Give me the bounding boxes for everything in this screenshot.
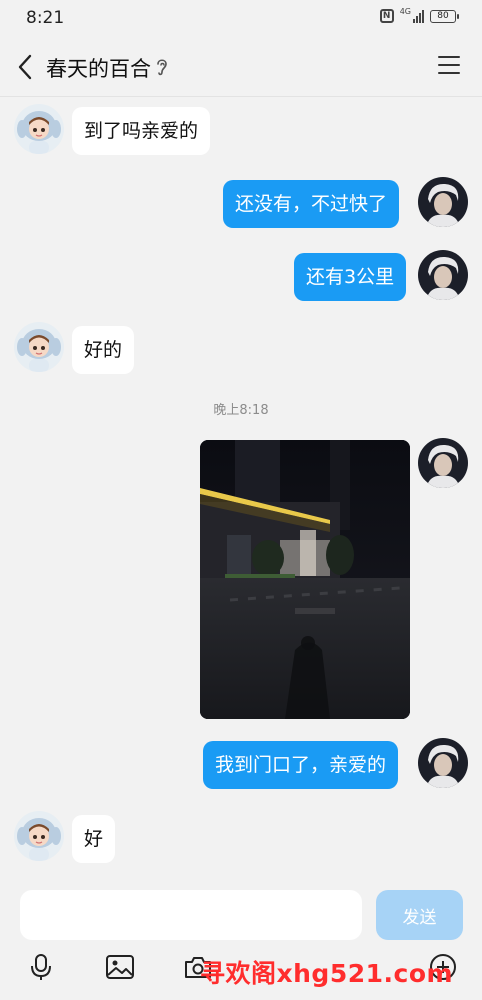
my-avatar[interactable] — [418, 438, 468, 488]
ear-icon — [157, 59, 167, 76]
chat-header: 春天的百合 — [0, 38, 482, 97]
my-avatar-image — [426, 256, 460, 300]
message-timestamp: 晚上8:18 — [213, 403, 269, 418]
watermark-text: 寻欢阁xhg521.com — [200, 959, 454, 988]
menu-icon[interactable] — [438, 56, 460, 76]
message-bubble-incoming[interactable]: 到了吗亲爱的 — [72, 107, 211, 155]
nfc-icon: N — [379, 9, 394, 23]
message-bubble-outgoing[interactable]: 还有3公里 — [294, 253, 407, 301]
contact-avatar[interactable] — [14, 322, 64, 372]
battery-icon: 80 — [430, 9, 459, 23]
night-entrance-photo — [200, 440, 410, 719]
contact-avatar-image — [17, 329, 61, 372]
contact-avatar[interactable] — [14, 811, 64, 861]
image-icon[interactable] — [105, 952, 135, 982]
contact-avatar-image — [17, 818, 61, 861]
message-input[interactable] — [20, 890, 362, 940]
my-avatar[interactable] — [418, 177, 468, 227]
battery-level: 80 — [437, 10, 449, 21]
message-bubble-outgoing[interactable]: 还没有，不过快了 — [223, 180, 400, 228]
my-avatar-image — [426, 444, 460, 488]
signal-icon — [413, 9, 424, 23]
microphone-icon[interactable] — [26, 952, 56, 982]
network-type: 4G — [399, 6, 411, 16]
message-bubble-incoming[interactable]: 好 — [72, 815, 116, 863]
status-bar: 8:21 N 4G 80 — [0, 0, 482, 38]
my-avatar[interactable] — [418, 250, 468, 300]
my-avatar-image — [426, 744, 460, 788]
message-bubble-incoming[interactable]: 好的 — [72, 326, 135, 374]
input-bar: 发送 寻欢阁xhg521.com — [0, 882, 482, 1000]
status-time: 8:21 — [26, 8, 65, 28]
status-icons: N 4G 80 — [379, 6, 459, 23]
contact-name-title[interactable]: 春天的百合 — [46, 53, 151, 83]
image-message[interactable] — [200, 440, 410, 719]
contact-avatar[interactable] — [14, 104, 64, 154]
send-button[interactable]: 发送 — [376, 890, 463, 940]
my-avatar-image — [426, 183, 460, 227]
contact-avatar-image — [17, 111, 61, 154]
my-avatar[interactable] — [418, 738, 468, 788]
chat-screen: 8:21 N 4G 80 春天的百合 到了吗亲爱的 还没有，不过快了 还有3公里… — [0, 0, 482, 1000]
message-bubble-outgoing[interactable]: 我到门口了，亲爱的 — [203, 741, 399, 789]
back-arrow-icon[interactable] — [14, 52, 40, 82]
